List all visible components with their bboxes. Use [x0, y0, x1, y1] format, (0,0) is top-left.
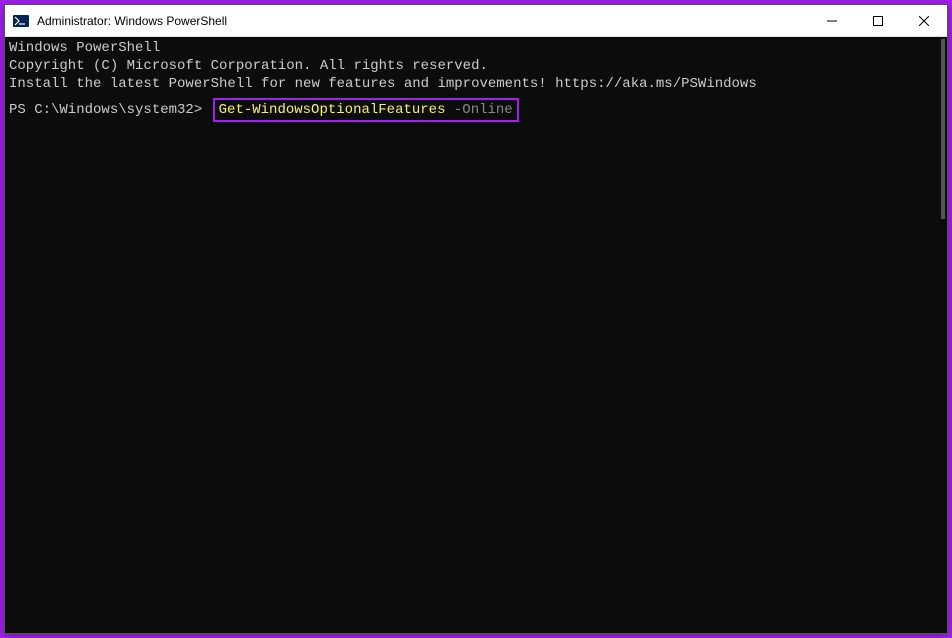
close-button[interactable]	[901, 5, 947, 37]
scrollbar[interactable]	[931, 37, 947, 633]
terminal-line: Install the latest PowerShell for new fe…	[9, 75, 943, 93]
window-title: Administrator: Windows PowerShell	[37, 14, 809, 28]
prompt-line: PS C:\Windows\system32> Get-WindowsOptio…	[9, 98, 943, 122]
terminal-line: Copyright (C) Microsoft Corporation. All…	[9, 57, 943, 75]
terminal-content[interactable]: Windows PowerShell Copyright (C) Microso…	[5, 37, 947, 633]
minimize-button[interactable]	[809, 5, 855, 37]
terminal-line: Windows PowerShell	[9, 39, 943, 57]
powershell-window: Administrator: Windows PowerShell Window…	[4, 4, 948, 634]
cmdlet-text: Get-WindowsOptionalFeatures	[219, 101, 446, 119]
scrollbar-thumb[interactable]	[941, 39, 945, 219]
highlight-annotation: Get-WindowsOptionalFeatures -Online	[213, 98, 519, 122]
powershell-icon	[13, 13, 29, 29]
prompt-prefix: PS C:\Windows\system32>	[9, 101, 211, 119]
param-text: -Online	[445, 101, 512, 119]
maximize-button[interactable]	[855, 5, 901, 37]
window-controls	[809, 5, 947, 36]
titlebar: Administrator: Windows PowerShell	[5, 5, 947, 37]
